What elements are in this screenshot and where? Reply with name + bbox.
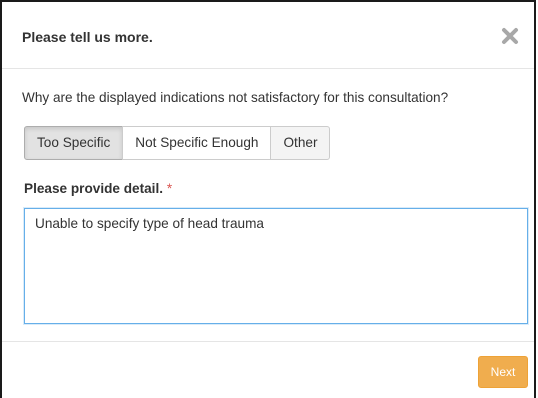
detail-label: Please provide detail. *	[24, 181, 172, 196]
footer-divider	[2, 341, 534, 342]
question-text: Why are the displayed indications not sa…	[22, 90, 449, 105]
required-marker: *	[166, 181, 173, 196]
next-button[interactable]: Next	[478, 356, 528, 388]
dialog-header: Please tell us more.	[2, 2, 534, 69]
option-not-specific-enough-button[interactable]: Not Specific Enough	[122, 126, 272, 160]
dialog-title: Please tell us more.	[22, 29, 153, 45]
feedback-dialog: Please tell us more. Why are the display…	[0, 0, 536, 398]
option-too-specific-button[interactable]: Too Specific	[24, 126, 124, 160]
indication-option-group: Too Specific Not Specific Enough Other	[24, 126, 331, 160]
option-other-button[interactable]: Other	[270, 126, 331, 160]
close-x-icon	[502, 28, 518, 44]
close-button[interactable]	[498, 24, 522, 48]
detail-textarea[interactable]: Unable to specify type of head trauma	[24, 208, 528, 324]
detail-label-text: Please provide detail.	[24, 181, 164, 196]
